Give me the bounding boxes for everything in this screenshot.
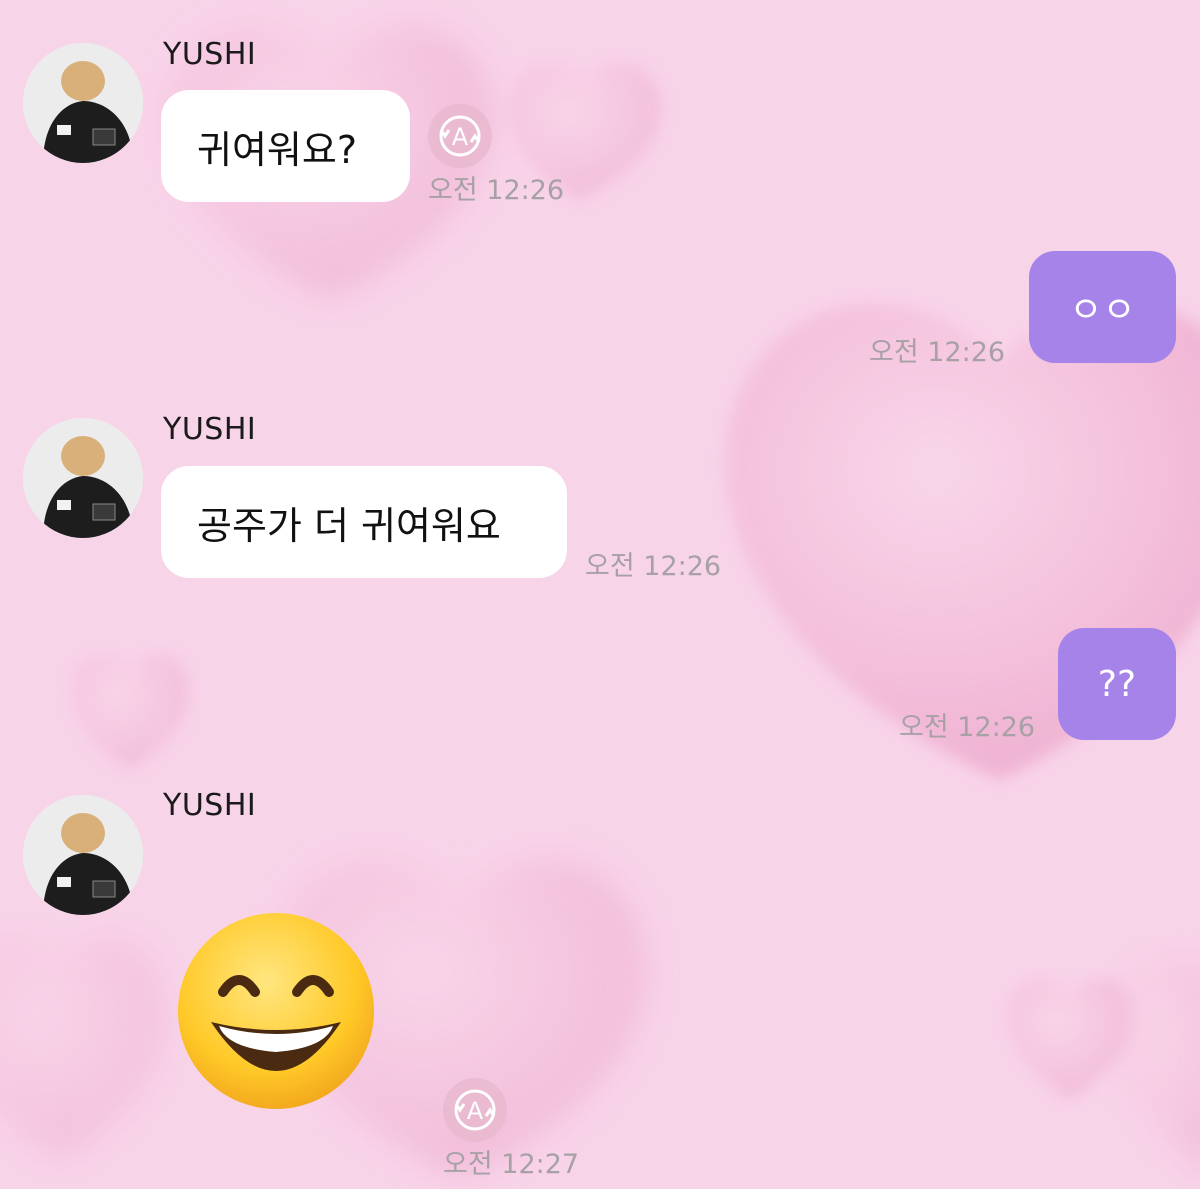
message-bubble-incoming[interactable]: 귀여워요? (161, 90, 410, 202)
message-text: ㅇㅇ (1069, 290, 1136, 331)
message-timestamp: 오전 12:26 (899, 712, 1036, 743)
message-text: 귀여워요? (197, 127, 358, 172)
message-bubble-incoming[interactable]: 공주가 더 귀여워요 (161, 466, 567, 578)
svg-text:A: A (452, 123, 469, 151)
message-timestamp: 오전 12:26 (869, 337, 1006, 368)
message-timestamp: 오전 12:27 (443, 1149, 580, 1180)
message-bubble-outgoing[interactable]: ?? (1058, 628, 1176, 740)
translate-icon[interactable]: A (442, 1077, 508, 1143)
profile-photo-icon (23, 43, 143, 163)
chat-thread[interactable]: YUSHI 귀여워요? A 오전 12:26 ㅇㅇ 오전 12:26 YUSHI… (0, 0, 1200, 1189)
avatar[interactable] (23, 43, 143, 163)
message-text: ?? (1097, 663, 1137, 705)
sender-name: YUSHI (163, 788, 257, 823)
sender-name: YUSHI (163, 37, 257, 72)
message-text: 공주가 더 귀여워요 (197, 503, 501, 548)
message-bubble-outgoing[interactable]: ㅇㅇ (1029, 251, 1176, 363)
grinning-face-with-smiling-eyes-icon[interactable] (175, 910, 377, 1112)
message-timestamp: 오전 12:26 (585, 551, 722, 582)
translate-icon[interactable]: A (427, 103, 493, 169)
profile-photo-icon (23, 418, 143, 538)
svg-text:A: A (467, 1097, 484, 1125)
message-timestamp: 오전 12:26 (428, 175, 565, 206)
sender-name: YUSHI (163, 412, 257, 447)
avatar[interactable] (23, 418, 143, 538)
avatar[interactable] (23, 795, 143, 915)
profile-photo-icon (23, 795, 143, 915)
